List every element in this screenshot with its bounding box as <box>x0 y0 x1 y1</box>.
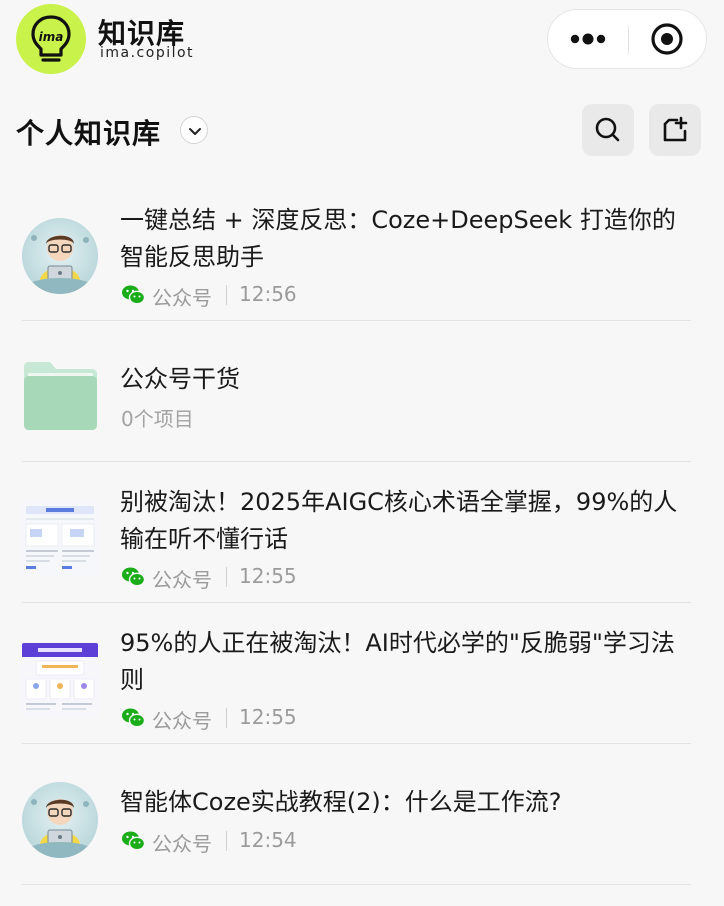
article-thumbnail <box>22 502 98 576</box>
knowledge-list: 一键总结 + 深度反思：Coze+DeepSeek 打造你的智能反思助手 公众号… <box>0 180 724 885</box>
list-item[interactable]: 别被淘汰！2025年AIGC核心术语全掌握，99%的人输在听不懂行话 公众号 1… <box>0 462 724 603</box>
item-source: 公众号 <box>152 832 212 856</box>
meta-separator <box>226 831 227 851</box>
folder-item[interactable]: 公众号干货 0个项目 <box>0 321 724 462</box>
mini-program-capsule <box>547 9 707 69</box>
item-time: 12:55 <box>239 564 297 588</box>
add-folder-icon <box>663 116 688 142</box>
wechat-icon <box>122 285 145 305</box>
meta-separator <box>226 285 227 305</box>
more-button[interactable] <box>548 10 628 68</box>
app-subtitle: ima.copilot <box>100 45 195 61</box>
wechat-icon <box>122 567 145 587</box>
page-title[interactable]: 个人知识库 <box>16 112 161 152</box>
svg-text:ima: ima <box>39 30 64 44</box>
search-button[interactable] <box>582 104 634 156</box>
target-icon <box>651 23 683 55</box>
divider <box>22 884 691 885</box>
ima-logo: ima <box>16 4 86 74</box>
kb-switch-dropdown[interactable] <box>180 116 208 144</box>
folder-thumbnail <box>22 359 98 435</box>
meta-separator <box>226 708 227 728</box>
more-dots-icon <box>570 33 606 45</box>
item-time: 12:55 <box>239 705 297 729</box>
item-title: 一键总结 + 深度反思：Coze+DeepSeek 打造你的智能反思助手 <box>120 206 676 271</box>
article-thumbnail <box>22 782 98 858</box>
item-source: 公众号 <box>152 709 212 733</box>
item-time: 12:54 <box>239 828 297 852</box>
folder-item-count: 0个项目 <box>121 407 194 431</box>
wechat-icon <box>122 708 145 728</box>
wechat-icon <box>122 831 145 851</box>
folder-icon <box>24 362 97 430</box>
item-time: 12:56 <box>239 282 297 306</box>
folder-title: 公众号干货 <box>120 365 240 393</box>
article-thumbnail <box>22 643 98 717</box>
item-title: 别被淘汰！2025年AIGC核心术语全掌握，99%的人输在听不懂行话 <box>120 488 678 553</box>
item-title: 95%的人正在被淘汰！AI时代必学的"反脆弱"学习法则 <box>120 629 675 694</box>
knowledge-base-app: ima 知识库 ima.copilot 个人知识库 一键总结 + 深度反思：Co… <box>0 0 724 906</box>
item-source: 公众号 <box>152 286 212 310</box>
close-mini-program-button[interactable] <box>629 10 707 68</box>
item-source: 公众号 <box>152 568 212 592</box>
search-icon <box>595 117 620 142</box>
top-bar: ima 知识库 ima.copilot <box>0 0 724 80</box>
list-item[interactable]: 智能体Coze实战教程(2)：什么是工作流? 公众号 12:54 <box>0 744 724 885</box>
list-item[interactable]: 一键总结 + 深度反思：Coze+DeepSeek 打造你的智能反思助手 公众号… <box>0 180 724 321</box>
chevron-down-icon <box>189 128 201 135</box>
item-title: 智能体Coze实战教程(2)：什么是工作流? <box>120 788 562 816</box>
add-folder-button[interactable] <box>649 104 701 156</box>
meta-separator <box>226 567 227 587</box>
article-thumbnail <box>22 218 98 294</box>
list-item[interactable]: 95%的人正在被淘汰！AI时代必学的"反脆弱"学习法则 公众号 12:55 <box>0 603 724 744</box>
